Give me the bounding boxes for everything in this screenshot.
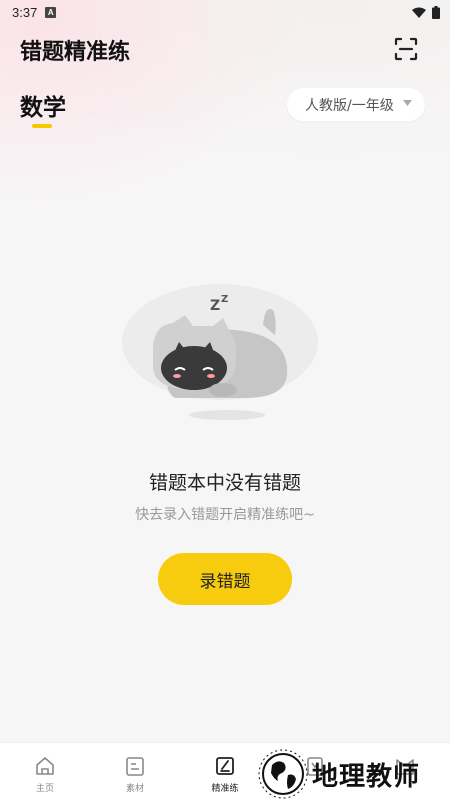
scan-icon[interactable] [393,36,419,62]
empty-state-title: 错题本中没有错题 [148,472,301,494]
home-icon [36,757,54,775]
battery-icon [432,5,440,19]
sleeping-cat-illustration: Z Z [122,284,318,420]
nav-label-home: 主页 [35,784,54,794]
empty-state-subtitle: 快去录入错题开启精准练吧~ [135,507,315,523]
nav-item-practice[interactable]: 精准练 [180,743,270,800]
practice-icon [216,757,234,775]
header: 错题精准练 [0,30,450,70]
earth-globe-logo [258,749,308,799]
nav-item-materials[interactable]: 素材 [90,743,180,800]
nav-label-practice: 精准练 [211,784,239,794]
document-icon [126,757,144,776]
nav-label-materials: 素材 [125,784,144,794]
tab-math[interactable]: 数学 [20,88,66,122]
status-bar: 3:37 A [0,0,450,24]
nav-item-home[interactable]: 主页 [0,743,90,800]
watermark: 地理教师 [258,748,448,800]
active-tab-indicator [32,124,52,128]
page-title: 错题精准练 [20,40,131,65]
svg-text:Z: Z [221,294,228,305]
svg-text:Z: Z [210,298,220,314]
status-time: 3:37 [12,4,38,20]
status-indicators [412,5,440,19]
wifi-icon [412,7,426,18]
caret-down-icon [403,100,412,106]
add-mistake-button[interactable]: 录错题 [158,553,292,605]
grade-select-value: 人教版/一年级 [305,97,394,114]
notification-icon: A [45,6,57,18]
watermark-text: 地理教师 [312,761,421,792]
grade-select[interactable]: 人教版/一年级 [287,88,425,121]
